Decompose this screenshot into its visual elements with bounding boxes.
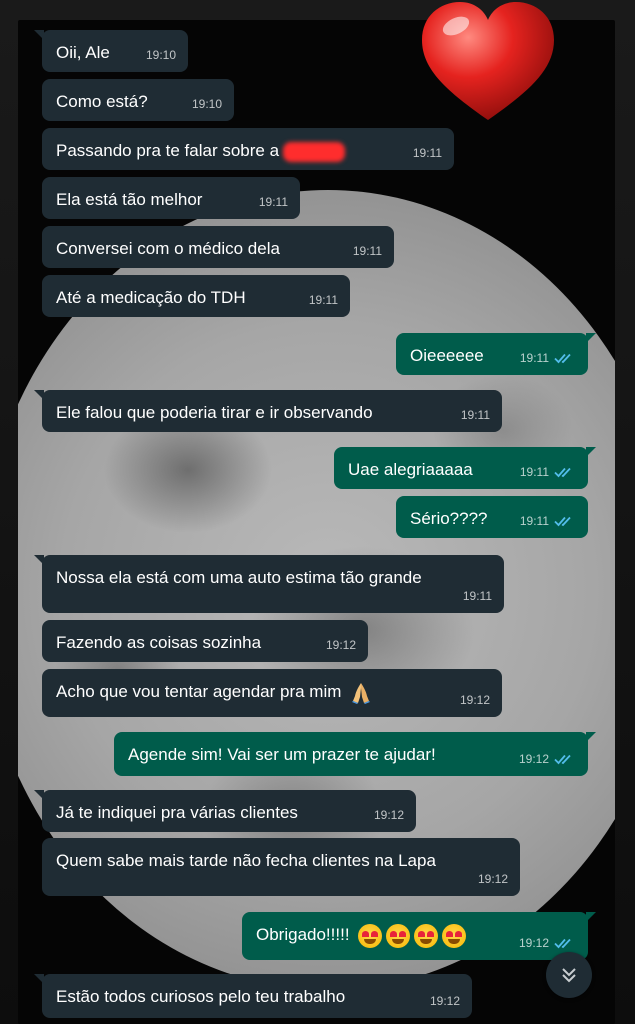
- message-incoming[interactable]: Ela está tão melhor 19:11: [42, 177, 300, 219]
- message-meta: 19:11: [413, 142, 442, 164]
- message-meta: 19:12: [374, 804, 404, 826]
- message-text: Passando pra te falar sobre a: [56, 141, 280, 160]
- message-meta: 19:12: [519, 748, 576, 770]
- message-meta: 19:11: [520, 461, 576, 483]
- message-incoming[interactable]: Já te indiquei pra várias clientes 19:12: [34, 790, 416, 832]
- message-outgoing[interactable]: Obrigado!!!!! 19:12: [242, 912, 596, 960]
- message-text: Estão todos curiosos pelo teu trabalho: [56, 987, 346, 1006]
- message-time: 19:11: [352, 244, 382, 258]
- message-meta: 19:11: [309, 289, 338, 311]
- message-outgoing[interactable]: Sério???? 19:11: [396, 496, 588, 538]
- message-text: Agende sim! Vai ser um prazer te ajudar!: [128, 745, 436, 764]
- message-meta: 19:12: [326, 634, 356, 656]
- message-text: Sério????: [410, 509, 488, 528]
- message-incoming[interactable]: Conversei com o médico dela 19:11: [42, 226, 394, 268]
- message-text: Ele falou que poderia tirar e ir observa…: [56, 403, 373, 422]
- heart-eyes-emoji: [358, 924, 383, 948]
- double-check-icon: [554, 516, 571, 527]
- message-meta: 19:12: [478, 868, 508, 890]
- double-check-icon: [554, 353, 571, 364]
- message-incoming[interactable]: Fazendo as coisas sozinha 19:12: [42, 620, 368, 662]
- message-meta: 19:12: [460, 689, 490, 711]
- message-incoming[interactable]: Passando pra te falar sobre a 19:11: [42, 128, 454, 170]
- message-text: Fazendo as coisas sozinha: [56, 633, 262, 652]
- double-check-icon: [554, 938, 571, 949]
- message-meta: 19:12: [519, 932, 576, 954]
- message-text: Obrigado!!!!!: [256, 925, 350, 945]
- message-incoming[interactable]: Acho que vou tentar agendar pra mim 19:1…: [42, 669, 502, 717]
- heart-eyes-emoji: [442, 924, 467, 948]
- heart-eyes-emoji: [386, 924, 411, 948]
- message-meta: 19:11: [461, 404, 490, 426]
- message-meta: 19:12: [430, 990, 460, 1012]
- message-time: 19:12: [518, 752, 549, 766]
- praying-hands-emoji: [352, 682, 371, 704]
- message-incoming[interactable]: Oii, Ale 19:10: [34, 30, 188, 72]
- message-outgoing[interactable]: Agende sim! Vai ser um prazer te ajudar!…: [114, 732, 596, 776]
- message-text: Nossa ela está com uma auto estima tão g…: [56, 568, 422, 587]
- chevron-double-down-icon: [562, 968, 576, 983]
- message-meta: 19:10: [146, 44, 176, 66]
- message-incoming[interactable]: Como está? 19:10: [42, 79, 234, 121]
- message-text: Uae alegriaaaaa: [348, 460, 473, 479]
- message-time: 19:12: [325, 638, 356, 652]
- message-text: Até a medicação do TDH: [56, 288, 246, 307]
- message-incoming[interactable]: Ele falou que poderia tirar e ir observa…: [34, 390, 502, 432]
- message-meta: 19:11: [353, 240, 382, 262]
- double-check-icon: [554, 467, 571, 478]
- message-text: Já te indiquei pra várias clientes: [56, 803, 298, 822]
- message-incoming[interactable]: Até a medicação do TDH 19:11: [42, 275, 350, 317]
- message-time: 19:11: [412, 146, 442, 160]
- message-text: Acho que vou tentar agendar pra mim: [56, 682, 342, 701]
- message-incoming[interactable]: Nossa ela está com uma auto estima tão g…: [34, 555, 504, 613]
- message-text: Oii, Ale: [56, 43, 110, 62]
- message-time: 19:12: [373, 808, 404, 822]
- message-meta: 19:11: [463, 585, 492, 607]
- message-outgoing[interactable]: Oieeeeee 19:11: [396, 333, 596, 375]
- message-text: Oieeeeee: [410, 346, 484, 365]
- heart-sticker: [422, 2, 554, 120]
- message-meta: 19:11: [520, 510, 576, 532]
- message-time: 19:11: [460, 408, 490, 422]
- redaction-mark: [283, 141, 346, 162]
- message-meta: 19:11: [520, 347, 576, 369]
- screen-frame: Oii, Ale 19:10 Como está? 19:10 Passando…: [0, 0, 635, 1024]
- message-text: Conversei com o médico dela: [56, 239, 280, 258]
- message-incoming[interactable]: Estão todos curiosos pelo teu trabalho 1…: [34, 974, 472, 1018]
- message-time: 19:12: [459, 693, 490, 707]
- message-time: 19:11: [462, 589, 492, 603]
- message-time: 19:11: [519, 465, 549, 479]
- double-check-icon: [554, 754, 571, 765]
- message-time: 19:11: [519, 514, 549, 528]
- message-text: Quem sabe mais tarde não fecha clientes …: [56, 851, 436, 870]
- scroll-down-button[interactable]: [546, 952, 592, 998]
- message-time: 19:12: [518, 936, 549, 950]
- message-incoming[interactable]: Quem sabe mais tarde não fecha clientes …: [42, 838, 520, 896]
- message-time: 19:12: [477, 872, 508, 886]
- message-time: 19:11: [308, 293, 338, 307]
- message-text: Ela está tão melhor: [56, 190, 203, 209]
- message-time: 19:10: [145, 48, 176, 62]
- message-meta: 19:10: [192, 93, 222, 115]
- message-meta: 19:11: [259, 191, 288, 213]
- heart-eyes-emoji: [414, 924, 439, 948]
- message-time: 19:11: [519, 351, 549, 365]
- message-outgoing[interactable]: Uae alegriaaaaa 19:11: [334, 447, 596, 489]
- message-time: 19:12: [429, 994, 460, 1008]
- message-time: 19:11: [258, 195, 288, 209]
- message-text: Como está?: [56, 92, 148, 111]
- message-time: 19:10: [191, 97, 222, 111]
